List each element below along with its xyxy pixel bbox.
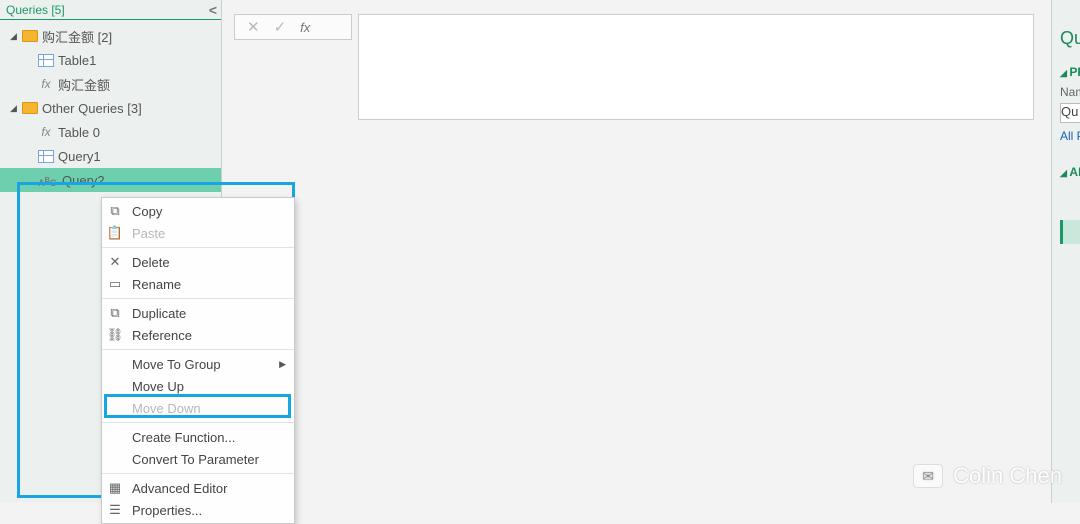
wechat-icon: ✉ <box>913 464 943 488</box>
menu-paste: 📋 Paste <box>102 222 294 244</box>
menu-convert-to-parameter[interactable]: Convert To Parameter <box>102 448 294 470</box>
menu-label: Convert To Parameter <box>132 452 259 467</box>
menu-reference[interactable]: ⛓ Reference <box>102 324 294 346</box>
disclosure-triangle-icon[interactable]: ◢ <box>10 103 18 114</box>
watermark-text: Colin Chen <box>953 463 1062 489</box>
query-item[interactable]: fx Table 0 <box>0 120 221 144</box>
properties-icon: ☰ <box>106 502 124 518</box>
duplicate-icon: ⧉ <box>106 305 124 321</box>
query-item[interactable]: Table1 <box>0 48 221 72</box>
menu-label: Reference <box>132 328 192 343</box>
menu-label: Move Up <box>132 379 184 394</box>
reference-icon: ⛓ <box>106 327 124 343</box>
query-item[interactable]: Query1 <box>0 144 221 168</box>
blank-icon <box>106 451 124 467</box>
menu-move-down: Move Down <box>102 397 294 419</box>
query-settings-panel: Que PRO Nam Qu All P APP <box>1051 0 1080 503</box>
queries-tree: ◢ 购汇金额 [2] Table1 fx 购汇金额 ◢ Other Querie… <box>0 20 221 192</box>
menu-separator <box>102 298 294 299</box>
rename-icon: ▭ <box>106 276 124 292</box>
menu-separator <box>102 473 294 474</box>
query-item[interactable]: fx 购汇金额 <box>0 72 221 96</box>
menu-label: Copy <box>132 204 162 219</box>
menu-label: Delete <box>132 255 170 270</box>
folder-icon <box>22 102 38 114</box>
paste-icon: 📋 <box>106 225 124 241</box>
group-label: 购汇金额 [2] <box>42 27 112 46</box>
menu-move-to-group[interactable]: Move To Group ▶ <box>102 353 294 375</box>
formula-input[interactable] <box>358 14 1034 120</box>
blank-icon <box>106 378 124 394</box>
query-label: Table 0 <box>58 125 100 140</box>
query-label: Query1 <box>58 149 101 164</box>
watermark: ✉ Colin Chen <box>913 463 1062 489</box>
menu-separator <box>102 247 294 248</box>
queries-panel-title: Queries [5] <box>6 3 65 17</box>
cancel-formula-button[interactable]: ✕ <box>247 18 260 36</box>
delete-icon: ✕ <box>106 254 124 270</box>
disclosure-triangle-icon[interactable]: ◢ <box>10 31 18 42</box>
menu-rename[interactable]: ▭ Rename <box>102 273 294 295</box>
submenu-arrow-icon: ▶ <box>279 359 286 370</box>
menu-label: Create Function... <box>132 430 235 445</box>
menu-label: Properties... <box>132 503 202 518</box>
group-label: Other Queries [3] <box>42 101 142 116</box>
query-label: Table1 <box>58 53 96 68</box>
confirm-formula-button[interactable]: ✓ <box>274 18 287 36</box>
formula-controls: ✕ ✓ fx <box>234 14 352 40</box>
name-input[interactable]: Qu <box>1060 103 1080 123</box>
menu-label: Duplicate <box>132 306 186 321</box>
all-properties-link[interactable]: All P <box>1060 129 1080 143</box>
menu-duplicate[interactable]: ⧉ Duplicate <box>102 302 294 324</box>
main-area: ✕ ✓ fx <box>224 0 1039 503</box>
fx-icon[interactable]: fx <box>300 20 310 35</box>
folder-icon <box>22 30 38 42</box>
menu-label: Move Down <box>132 401 201 416</box>
menu-label: Rename <box>132 277 181 292</box>
menu-separator <box>102 349 294 350</box>
blank-icon <box>106 429 124 445</box>
blank-icon <box>106 356 124 372</box>
settings-title: Que <box>1060 28 1080 49</box>
menu-separator <box>102 422 294 423</box>
table-icon <box>38 150 54 163</box>
fx-icon: fx <box>38 125 54 139</box>
menu-properties[interactable]: ☰ Properties... <box>102 499 294 521</box>
properties-section-header[interactable]: PRO <box>1060 65 1080 79</box>
menu-delete[interactable]: ✕ Delete <box>102 251 294 273</box>
collapse-panel-icon[interactable]: < <box>209 2 217 18</box>
fx-icon: fx <box>38 77 54 91</box>
menu-create-function[interactable]: Create Function... <box>102 426 294 448</box>
copy-icon: ⧉ <box>106 203 124 219</box>
menu-label: Move To Group <box>132 357 221 372</box>
query-group[interactable]: ◢ 购汇金额 [2] <box>0 24 221 48</box>
query-item-selected[interactable]: ABC Query2 <box>0 168 221 192</box>
menu-label: Advanced Editor <box>132 481 227 496</box>
menu-move-up[interactable]: Move Up <box>102 375 294 397</box>
menu-copy[interactable]: ⧉ Copy <box>102 200 294 222</box>
formula-bar: ✕ ✓ fx <box>234 14 1034 120</box>
query-label: Query2 <box>62 173 105 188</box>
query-context-menu: ⧉ Copy 📋 Paste ✕ Delete ▭ Rename ⧉ Dupli… <box>101 197 295 524</box>
table-icon <box>38 54 54 67</box>
applied-step-selected[interactable] <box>1060 220 1080 244</box>
applied-steps-header[interactable]: APP <box>1060 165 1080 179</box>
queries-panel-header[interactable]: Queries [5] < <box>0 0 221 20</box>
abc-icon: ABC <box>38 173 58 187</box>
editor-icon: ▦ <box>106 480 124 496</box>
menu-label: Paste <box>132 226 165 241</box>
menu-advanced-editor[interactable]: ▦ Advanced Editor <box>102 477 294 499</box>
blank-icon <box>106 400 124 416</box>
query-group[interactable]: ◢ Other Queries [3] <box>0 96 221 120</box>
name-label: Nam <box>1060 85 1080 99</box>
query-label: 购汇金额 <box>58 75 110 94</box>
